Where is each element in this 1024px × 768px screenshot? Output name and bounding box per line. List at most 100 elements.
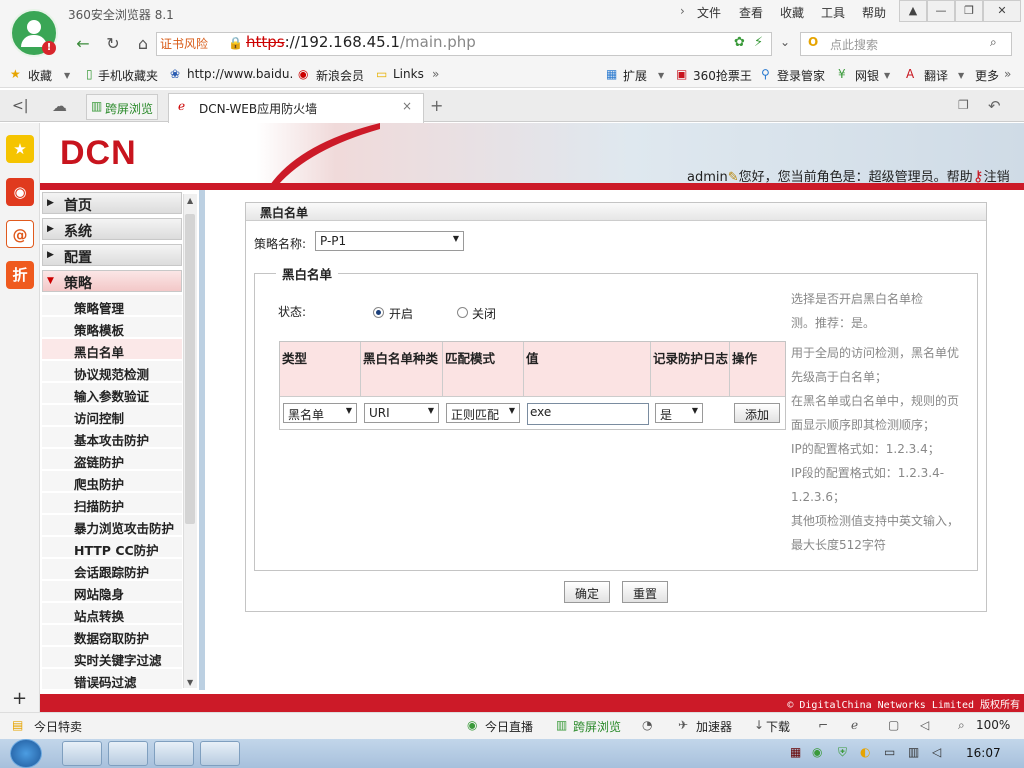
status-live[interactable]: 今日直播 (485, 718, 533, 735)
help-link[interactable]: 帮助 (947, 170, 973, 185)
close-button[interactable]: ✕ (983, 0, 1021, 22)
menu-item-keyword-filter[interactable]: 实时关键字过滤 (42, 647, 182, 668)
scroll-up-icon[interactable]: ▲ (187, 196, 193, 205)
menu-item-site-convert[interactable]: 站点转换 (42, 603, 182, 624)
menu-item-basic-attack[interactable]: 基本攻击防护 (42, 427, 182, 448)
chevron-down-icon[interactable]: ⌄ (780, 35, 790, 49)
menu-help[interactable]: 帮助 (862, 4, 886, 21)
new-tab-icon[interactable]: + (430, 96, 443, 115)
dropdown-icon[interactable]: ▼ (64, 71, 70, 80)
kind-select[interactable]: URI ▼ (364, 403, 439, 423)
menu-item-brute-browse[interactable]: 暴力浏览攻击防护 (42, 515, 182, 536)
menu-item-crawler[interactable]: 爬虫防护 (42, 471, 182, 492)
cloud-icon[interactable]: ☁ (52, 97, 67, 115)
start-button[interactable] (10, 739, 42, 768)
bookmark-tickets[interactable]: 360抢票王 (693, 67, 752, 84)
tray-360-icon[interactable]: ◉ (812, 745, 822, 759)
window-list-icon[interactable]: ❐ (958, 98, 969, 112)
bookmark-more[interactable]: 更多 (975, 67, 999, 84)
minimize-button[interactable]: — (927, 0, 955, 22)
taskbar-word-icon[interactable] (108, 741, 148, 766)
menu-item-protocol-check[interactable]: 协议规范检测 (42, 361, 182, 382)
add-icon[interactable]: + (12, 688, 27, 709)
menu-item-scan[interactable]: 扫描防护 (42, 493, 182, 514)
logout-link[interactable]: 注销 (984, 170, 1010, 185)
menu-item-hotlink[interactable]: 盗链防护 (42, 449, 182, 470)
menu-favorites[interactable]: 收藏 (780, 4, 804, 21)
menu-policy[interactable]: ▼ 策略 (42, 270, 182, 292)
search-engine-icon[interactable]: O (808, 35, 818, 49)
menu-item-access-control[interactable]: 访问控制 (42, 405, 182, 426)
home-icon[interactable]: ⌂ (130, 32, 156, 56)
menu-file[interactable]: 文件 (697, 4, 721, 21)
refresh-icon[interactable]: ↻ (100, 32, 126, 56)
undo-icon[interactable]: ↶ (988, 97, 1001, 115)
status-on-radio[interactable] (373, 307, 384, 318)
bookmark-bank[interactable]: 网银 (855, 67, 879, 84)
menu-view[interactable]: 查看 (739, 4, 763, 21)
window-icon[interactable]: ▢ (888, 718, 899, 732)
menu-home[interactable]: ▶ 首页 (42, 192, 182, 214)
tray-shield-icon[interactable]: ⛨ (838, 745, 847, 760)
chart-icon[interactable]: ◔ (642, 718, 652, 732)
lock-icon[interactable]: 🔒 (228, 36, 243, 50)
value-input[interactable]: exe (527, 403, 649, 425)
ok-button[interactable]: 确定 (564, 581, 610, 603)
speed-icon[interactable]: ⚡ (754, 35, 763, 50)
taskbar-ie-icon[interactable] (62, 741, 102, 766)
menu-item-session-track[interactable]: 会话跟踪防护 (42, 559, 182, 580)
dropdown-icon[interactable]: ▼ (658, 71, 664, 80)
tray-display-icon[interactable]: ▭ (884, 745, 895, 759)
tray-volume-icon[interactable]: ◁ (932, 745, 941, 759)
bookmark-baidu[interactable]: http://www.baidu. (187, 67, 293, 81)
search-icon[interactable]: ⌕ (990, 35, 997, 50)
menu-item-http-cc[interactable]: HTTP CC防护 (42, 537, 182, 558)
bookmark-favorites[interactable]: 收藏 (28, 67, 52, 84)
chevron-right-icon[interactable]: › (680, 4, 685, 18)
taskbar-folder-icon[interactable] (200, 741, 240, 766)
status-split[interactable]: 跨屏浏览 (573, 718, 621, 735)
tab-waf[interactable]: DCN-WEB应用防火墙 (168, 93, 424, 123)
status-off-radio[interactable] (457, 307, 468, 318)
volume-icon[interactable]: ◁ (920, 718, 929, 732)
status-on-label[interactable]: 开启 (389, 305, 413, 322)
status-off-label[interactable]: 关闭 (472, 305, 496, 322)
add-button[interactable]: 添加 (734, 403, 780, 423)
zoom-level[interactable]: 100% (976, 718, 1010, 732)
menu-system[interactable]: ▶ 系统 (42, 218, 182, 240)
more-chevron-icon[interactable]: » (432, 67, 439, 81)
menu-item-black-white-list[interactable]: 黑白名单 (42, 339, 182, 360)
bookmark-translate[interactable]: 翻译 (924, 67, 948, 84)
menu-item-input-validation[interactable]: 输入参数验证 (42, 383, 182, 404)
ie-mode-icon[interactable]: ℯ (851, 718, 858, 732)
browser-logo-icon[interactable]: ! (10, 9, 58, 57)
tray-speed-icon[interactable]: ◐ (860, 745, 870, 759)
bookmark-links[interactable]: Links (393, 67, 424, 81)
bookmark-mobile[interactable]: 手机收藏夹 (98, 67, 158, 84)
daily-deals[interactable]: 今日特卖 (34, 718, 82, 735)
dropdown-icon[interactable]: ▼ (958, 71, 964, 80)
scroll-down-icon[interactable]: ▼ (187, 678, 193, 687)
logout-key-icon[interactable]: ⚷ (973, 167, 984, 185)
back-icon[interactable]: ← (70, 32, 96, 56)
cut-icon[interactable]: ⌐ (818, 718, 828, 732)
more-chevron-icon[interactable]: » (1004, 67, 1011, 81)
maximize-button[interactable]: ❐ (955, 0, 983, 22)
menu-scroll-thumb[interactable] (185, 214, 195, 524)
edit-icon[interactable]: ✎ (728, 170, 739, 185)
type-select[interactable]: 黑名单 ▼ (283, 403, 357, 423)
tray-app-icon[interactable]: ▦ (790, 745, 801, 759)
bookmark-extensions[interactable]: 扩展 (623, 67, 647, 84)
menu-config[interactable]: ▶ 配置 (42, 244, 182, 266)
tray-network-icon[interactable]: ▥ (908, 745, 919, 759)
taskbar-app-icon[interactable] (154, 741, 194, 766)
reset-button[interactable]: 重置 (622, 581, 668, 603)
menu-item-error-code-filter[interactable]: 错误码过滤 (42, 669, 182, 690)
mail-icon[interactable]: @ (6, 220, 34, 248)
log-select[interactable]: 是 ▼ (655, 403, 703, 423)
menu-tools[interactable]: 工具 (821, 4, 845, 21)
menu-item-site-stealth[interactable]: 网站隐身 (42, 581, 182, 602)
discount-icon[interactable]: 折 (6, 261, 34, 289)
bookmark-sina[interactable]: 新浪会员 (316, 67, 364, 84)
status-accelerator[interactable]: 加速器 (696, 718, 732, 735)
